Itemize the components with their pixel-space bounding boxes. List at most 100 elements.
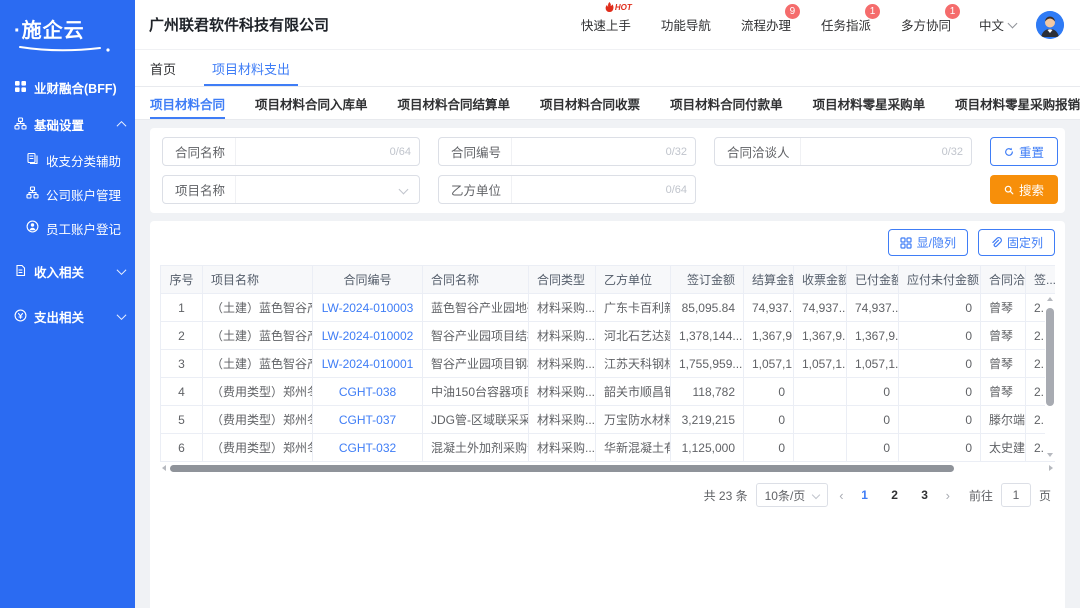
table-cell: CGHT-038 xyxy=(313,378,423,406)
contract-negotiator-input[interactable] xyxy=(800,138,942,165)
subtab-label: 项目材料零星采购报销单 xyxy=(955,94,1080,113)
contract-code-link[interactable]: LW-2024-010003 xyxy=(322,301,414,315)
field-label: 合同编号 xyxy=(439,142,511,161)
user-avatar[interactable] xyxy=(1036,11,1064,39)
subtab-1[interactable]: 项目材料合同入库单 xyxy=(255,87,368,119)
scroll-down-icon[interactable] xyxy=(1047,453,1053,457)
fixed-columns-button[interactable]: 固定列 xyxy=(978,229,1055,256)
table-cell: 材料采购... xyxy=(529,294,596,322)
contracts-table: 序号项目名称合同编号合同名称合同类型乙方单位签订金额结算金额收票金额已付金额应付… xyxy=(160,265,1055,462)
table-cell: 材料采购... xyxy=(529,322,596,350)
prev-page-button[interactable]: ‹ xyxy=(836,488,846,503)
nav-item-2[interactable]: 流程办理9 xyxy=(741,15,791,34)
sub-tabs: 项目材料合同项目材料合同入库单 项目材料合同结算单 项目材料合同收票项目材料合同付款… xyxy=(135,87,1080,120)
horizontal-scrollbar[interactable] xyxy=(162,464,1053,473)
chevron-down-icon xyxy=(399,185,409,195)
goto-label: 前往 xyxy=(969,487,993,504)
search-button[interactable]: 搜索 xyxy=(990,175,1058,204)
language-switcher[interactable]: 中文 xyxy=(979,15,1016,34)
sidebar-item-0[interactable]: 业财融合(BFF) xyxy=(0,69,135,106)
subtab-4[interactable]: 项目材料合同付款单 xyxy=(670,87,783,119)
project-name-select[interactable]: 项目名称 xyxy=(162,175,420,204)
table-cell: 1,367,9... xyxy=(744,322,794,350)
fixed-columns-label: 固定列 xyxy=(1007,234,1043,251)
page-number-2[interactable]: 2 xyxy=(885,488,905,502)
tab-current-label: 项目材料支出 xyxy=(212,59,290,78)
sidebar-item-4[interactable]: 员工账户登记 xyxy=(0,211,135,245)
sidebar-item-6[interactable]: 支出相关 xyxy=(0,298,135,335)
notification-badge: 1 xyxy=(865,4,880,19)
table-cell: 材料采购... xyxy=(529,378,596,406)
page-size-select[interactable]: 10条/页 xyxy=(756,483,829,507)
column-header: 签... xyxy=(1026,266,1056,294)
notification-badge: 1 xyxy=(945,4,960,19)
nav-item-1[interactable]: 功能导航 xyxy=(661,15,711,34)
contract-code-link[interactable]: CGHT-038 xyxy=(339,385,396,399)
table-cell: （费用类型）郑州冬... xyxy=(203,406,313,434)
subtab-3[interactable]: 项目材料合同收票 xyxy=(540,87,640,119)
show-hide-columns-button[interactable]: 显/隐列 xyxy=(888,229,968,256)
page-number-3[interactable]: 3 xyxy=(915,488,935,502)
logo-swoosh-icon xyxy=(18,44,114,53)
contract-name-input[interactable] xyxy=(235,138,390,165)
sidebar-item-2[interactable]: 收支分类辅助 xyxy=(0,143,135,177)
table-cell: 6 xyxy=(161,434,203,462)
tab-home-label: 首页 xyxy=(150,59,176,78)
tab-project-material-expense[interactable]: 项目材料支出 xyxy=(212,50,290,86)
subtab-label: 项目材料合同结算单 xyxy=(398,94,511,113)
party-b-input[interactable] xyxy=(511,176,666,203)
column-header: 已付金额 xyxy=(847,266,899,294)
sidebar-item-1[interactable]: 基础设置 xyxy=(0,106,135,143)
nav-item-3[interactable]: 任务指派1 xyxy=(821,15,871,34)
contract-code-link[interactable]: LW-2024-010001 xyxy=(322,357,414,371)
party-b-field[interactable]: 乙方单位 0/64 xyxy=(438,175,696,204)
scroll-right-icon[interactable] xyxy=(1049,465,1053,471)
nav-item-0[interactable]: 快速上手HOT xyxy=(581,15,631,34)
column-header: 乙方单位 xyxy=(596,266,671,294)
subtab-0[interactable]: 项目材料合同 xyxy=(150,87,225,119)
next-page-button[interactable]: › xyxy=(943,488,953,503)
goto-page-input[interactable] xyxy=(1001,483,1031,507)
table-cell: 材料采购... xyxy=(529,350,596,378)
vertical-scrollbar[interactable] xyxy=(1045,294,1055,460)
sidebar-item-3[interactable]: 公司账户管理 xyxy=(0,177,135,211)
table-cell: 曾琴 xyxy=(981,322,1026,350)
contract-name-field[interactable]: 合同名称 0/64 xyxy=(162,137,420,166)
vertical-scrollbar-thumb[interactable] xyxy=(1046,308,1054,406)
scroll-up-icon[interactable] xyxy=(1047,297,1053,301)
paperclip-icon xyxy=(990,237,1002,249)
sidebar-item-5[interactable]: 收入相关 xyxy=(0,253,135,290)
reset-button[interactable]: 重置 xyxy=(990,137,1058,166)
nav-item-4[interactable]: 多方协同1 xyxy=(901,15,951,34)
project-name-input[interactable] xyxy=(235,176,400,203)
language-label: 中文 xyxy=(979,15,1004,34)
subtab-6[interactable]: 项目材料零星采购报销单 xyxy=(955,87,1080,119)
page-number-1[interactable]: 1 xyxy=(855,488,875,502)
contract-code-field[interactable]: 合同编号 0/32 xyxy=(438,137,696,166)
table-cell: 韶关市顺昌钢... xyxy=(596,378,671,406)
table-cell: 1,755,959... xyxy=(671,350,744,378)
column-header: 收票金额 xyxy=(794,266,847,294)
subtab-2[interactable]: 项目材料合同结算单 xyxy=(398,87,511,119)
table-cell: 0 xyxy=(899,350,981,378)
content-area: 合同名称 0/64 合同编号 0/32 合同洽谈人 0/32 xyxy=(135,120,1080,608)
tab-home[interactable]: 首页 xyxy=(150,50,176,86)
contract-code-link[interactable]: LW-2024-010002 xyxy=(322,329,414,343)
column-header: 项目名称 xyxy=(203,266,313,294)
table-cell: 万宝防水材料... xyxy=(596,406,671,434)
column-header: 合同类型 xyxy=(529,266,596,294)
sidebar-item-label: 收支分类辅助 xyxy=(46,151,121,170)
data-table-wrap: 序号项目名称合同编号合同名称合同类型乙方单位签订金额结算金额收票金额已付金额应付… xyxy=(160,265,1055,462)
subtab-5[interactable]: 项目材料零星采购单 xyxy=(813,87,926,119)
table-cell: 0 xyxy=(744,378,794,406)
contract-code-link[interactable]: CGHT-037 xyxy=(339,413,396,427)
table-cell: 0 xyxy=(847,434,899,462)
contract-code-link[interactable]: CGHT-032 xyxy=(339,441,396,455)
table-row: 2（土建）蓝色智谷产...LW-2024-010002智谷产业园项目结构...材… xyxy=(161,322,1056,350)
contract-code-input[interactable] xyxy=(511,138,666,165)
table-cell: 1,367,9... xyxy=(794,322,847,350)
horizontal-scrollbar-thumb[interactable] xyxy=(170,465,954,472)
column-header: 合同洽... xyxy=(981,266,1026,294)
contract-negotiator-field[interactable]: 合同洽谈人 0/32 xyxy=(714,137,972,166)
scroll-left-icon[interactable] xyxy=(162,465,166,471)
